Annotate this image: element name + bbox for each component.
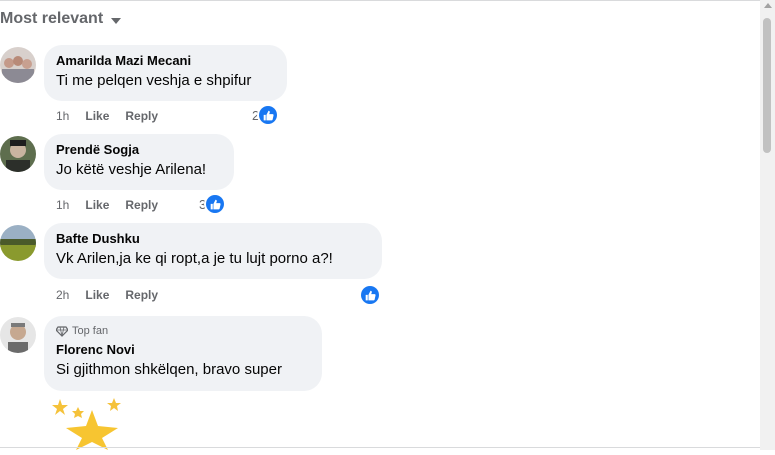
thumbs-up-icon [206,195,225,213]
reply-button[interactable]: Reply [125,288,158,302]
avatar[interactable] [0,225,36,261]
bottom-divider [0,447,760,448]
comment-time[interactable]: 1h [56,109,69,123]
comment-author[interactable]: Bafte Dushku [56,231,370,247]
reply-button[interactable]: Reply [125,109,158,123]
avatar[interactable] [0,317,36,353]
like-button[interactable]: Like [85,288,109,302]
sort-dropdown[interactable]: Most relevant [0,10,122,28]
comment-time[interactable]: 2h [56,288,69,302]
avatar[interactable] [0,136,36,172]
comment-text: Si gjithmon shkëlqen, bravo super [56,361,282,378]
star-sticker [48,396,128,450]
comment-bubble: Top fan Florenc Novi Si gjithmon shkëlqe… [44,316,322,391]
comment-actions: 1h Like Reply [56,109,158,123]
comment-author[interactable]: Florenc Novi [56,342,310,358]
thumbs-up-icon [259,106,278,124]
reaction-count: 3 [199,196,207,212]
scrollbar[interactable] [760,0,775,450]
comment-text: Ti me pelqen veshja e shpifur [56,72,252,89]
reaction-count: 2 [252,107,260,123]
scroll-up-arrow-icon[interactable] [764,3,772,8]
like-button[interactable]: Like [85,109,109,123]
top-fan-badge: Top fan [56,324,310,338]
scrollbar-thumb[interactable] [763,18,771,153]
caret-down-icon [111,17,122,24]
reaction-summary[interactable]: 2 [252,106,278,124]
avatar[interactable] [0,47,36,83]
comment-author[interactable]: Prendë Sogja [56,142,222,158]
reply-button[interactable]: Reply [125,198,158,212]
diamond-icon [56,325,68,337]
reaction-summary[interactable]: 3 [199,195,225,213]
comment-text: Vk Arilen,ja ke qi ropt,a je tu lujt por… [56,250,333,267]
top-fan-label: Top fan [72,325,109,337]
comment-bubble: Amarilda Mazi Mecani Ti me pelqen veshja… [44,45,287,101]
sort-label: Most relevant [0,10,104,27]
comment-time[interactable]: 1h [56,198,69,212]
comment-actions: 2h Like Reply [56,288,158,302]
comment-text: Jo këtë veshje Arilena! [56,161,207,178]
top-divider [0,0,760,4]
comment-bubble: Bafte Dushku Vk Arilen,ja ke qi ropt,a j… [44,223,382,279]
comment-bubble: Prendë Sogja Jo këtë veshje Arilena! [44,134,234,190]
comment-author[interactable]: Amarilda Mazi Mecani [56,53,275,69]
comment-actions: 1h Like Reply [56,198,158,212]
thumbs-up-icon [361,286,379,304]
like-button[interactable]: Like [85,198,109,212]
reaction-summary[interactable] [361,286,379,304]
